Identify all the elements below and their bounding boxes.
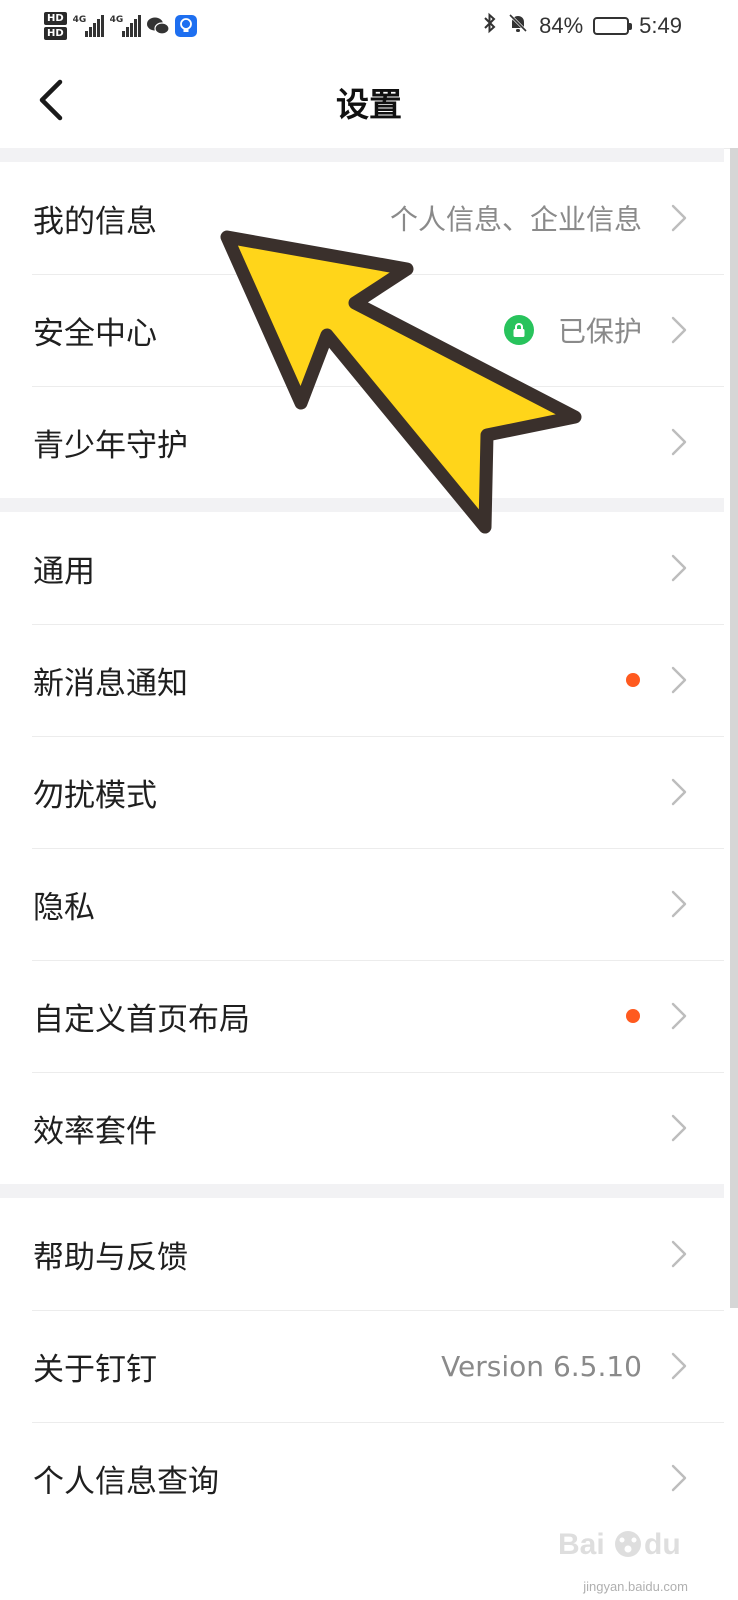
watermark-text: jingyan.baidu.com (583, 1579, 688, 1594)
settings-item-label: 关于钉钉 (33, 1351, 157, 1388)
settings-item-label: 新消息通知 (33, 665, 188, 702)
section-gap (0, 148, 724, 162)
signal-icon: 4G (73, 15, 104, 37)
settings-item-help-feedback[interactable]: 帮助与反馈 (0, 1198, 724, 1310)
nav-header: 设置 (0, 52, 738, 149)
settings-item-efficiency-suite[interactable]: 效率套件 (0, 1072, 724, 1184)
red-dot-badge (626, 1009, 640, 1023)
svg-text:du: du (644, 1528, 681, 1561)
chevron-right-icon (671, 1114, 687, 1142)
chevron-right-icon (671, 778, 687, 806)
hd-label-2: HD (44, 27, 67, 40)
chevron-right-icon (671, 890, 687, 918)
chevron-right-icon (671, 1240, 687, 1268)
chevron-right-icon (671, 1002, 687, 1030)
settings-item-label: 我的信息 (33, 203, 157, 240)
hd-label-1: HD (44, 12, 67, 25)
wechat-icon (146, 15, 169, 37)
bulb-icon (174, 15, 197, 37)
settings-item-label: 个人信息查询 (33, 1463, 219, 1500)
settings-item-privacy[interactable]: 隐私 (0, 848, 724, 960)
settings-item-personal-info-query[interactable]: 个人信息查询 (0, 1422, 724, 1534)
settings-item-label: 青少年守护 (33, 427, 188, 464)
network-label-1: 4G (72, 15, 87, 25)
yellow-arrow-annotation-icon (220, 230, 582, 534)
version-value: Version 6.5.10 (441, 1349, 642, 1383)
settings-item-label: 自定义首页布局 (33, 1001, 250, 1038)
status-bar: HD HD 4G 4G 84% 5:49 (0, 0, 738, 52)
chevron-right-icon (671, 1352, 687, 1380)
section-gap (0, 1184, 724, 1198)
chevron-right-icon (671, 316, 687, 344)
chevron-right-icon (671, 204, 687, 232)
svg-text:Bai: Bai (558, 1528, 605, 1561)
settings-item-label: 通用 (33, 553, 95, 590)
settings-item-custom-home-layout[interactable]: 自定义首页布局 (0, 960, 724, 1072)
red-dot-badge (626, 673, 640, 687)
settings-item-label: 效率套件 (33, 1113, 157, 1150)
chevron-right-icon (671, 1464, 687, 1492)
hd-icon: HD HD (44, 12, 67, 40)
status-bar-right: 84% 5:49 (483, 10, 682, 42)
battery-icon (593, 17, 633, 35)
battery-percent: 84% (539, 13, 584, 38)
settings-item-label: 帮助与反馈 (33, 1239, 188, 1276)
page-title: 设置 (336, 85, 402, 124)
bell-off-icon (507, 12, 529, 40)
section-general: 通用 新消息通知 勿扰模式 隐私 自定义首页布局 效率套件 (0, 512, 724, 1184)
signal-icon-2: 4G (110, 15, 141, 37)
scrollbar[interactable] (730, 148, 738, 1308)
settings-item-label: 勿扰模式 (33, 777, 157, 814)
chevron-right-icon (671, 554, 687, 582)
section-help: 帮助与反馈 关于钉钉 Version 6.5.10 个人信息查询 (0, 1198, 724, 1534)
baidu-watermark-icon: Bai du (558, 1522, 708, 1582)
clock-time: 5:49 (639, 13, 682, 38)
status-bar-left: HD HD 4G 4G (44, 6, 197, 46)
settings-item-label: 隐私 (33, 889, 95, 926)
settings-item-notifications[interactable]: 新消息通知 (0, 624, 724, 736)
chevron-right-icon (671, 428, 687, 456)
bluetooth-icon (483, 12, 497, 40)
chevron-right-icon (671, 666, 687, 694)
network-label-2: 4G (109, 15, 124, 25)
settings-item-about[interactable]: 关于钉钉 Version 6.5.10 (0, 1310, 724, 1422)
settings-item-do-not-disturb[interactable]: 勿扰模式 (0, 736, 724, 848)
settings-item-label: 安全中心 (33, 315, 157, 352)
